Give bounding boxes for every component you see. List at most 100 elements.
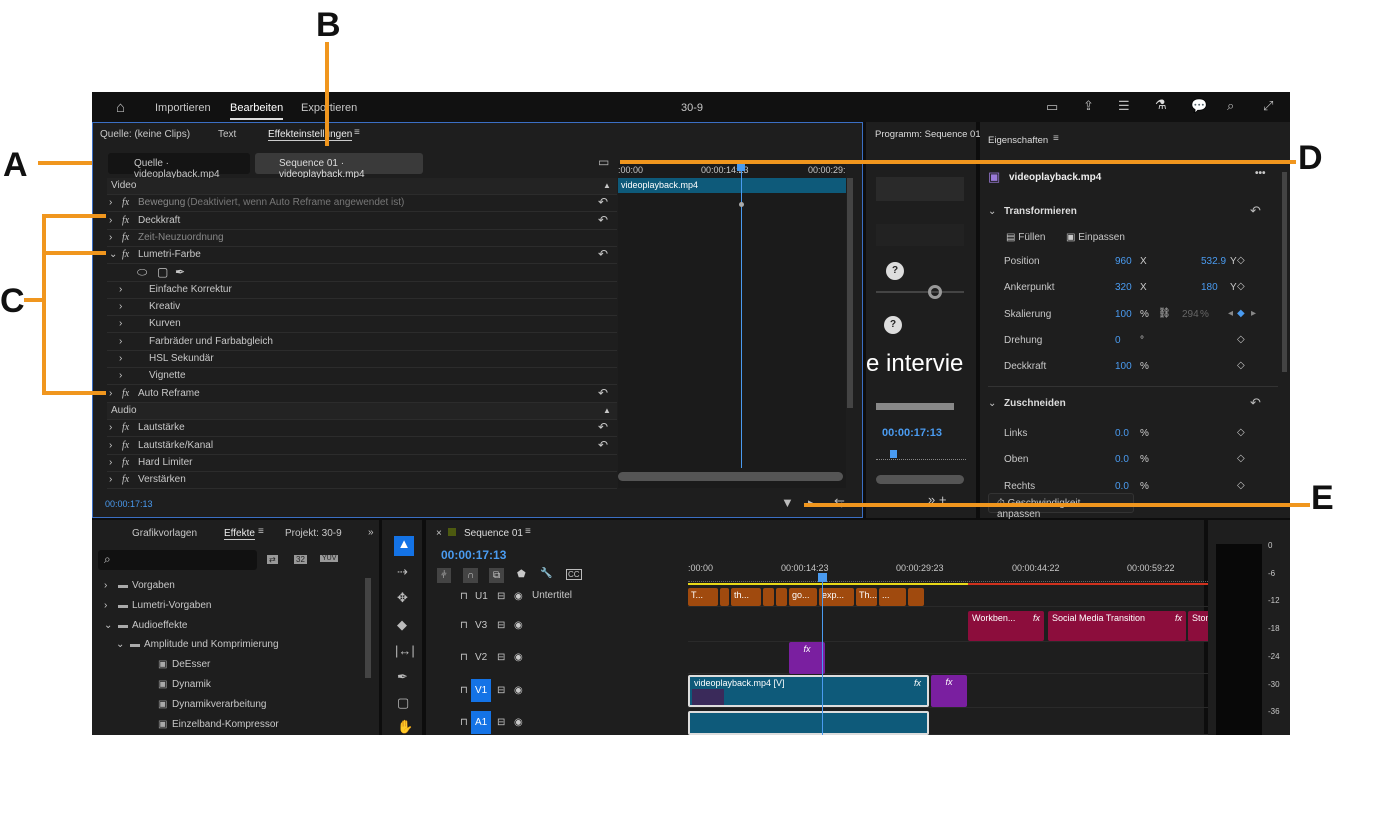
chevron-right-icon[interactable]: › <box>119 316 122 332</box>
effect-row-fx[interactable]: › fx Bewegung (Deaktiviert, wenn Auto Refra… <box>107 195 617 213</box>
tab-project[interactable]: Projekt: 30-9 <box>285 528 342 539</box>
panel-menu-icon[interactable]: ≡ <box>525 526 531 537</box>
nest-toggle-icon[interactable]: ⫩ <box>437 568 451 583</box>
tab-effect-controls[interactable]: Effekteinstellungen <box>268 129 353 141</box>
effect-row-fx[interactable]: › fx Hard Limiter <box>107 455 617 472</box>
sync-lock-icon[interactable]: ⊟ <box>497 685 505 696</box>
property-value[interactable]: 0 <box>1115 335 1121 346</box>
chevron-icon[interactable]: › <box>109 420 112 436</box>
chevron-right-icon[interactable]: › <box>119 282 122 298</box>
caption-clip[interactable] <box>720 588 729 606</box>
slip-tool-icon[interactable]: |↔| <box>395 643 415 658</box>
home-icon[interactable]: ⌂ <box>116 99 125 116</box>
accelerated-effects-icon[interactable]: ⇄ <box>267 555 278 564</box>
effect-row-section[interactable]: Audio ▲ <box>107 402 617 420</box>
fx-icon[interactable]: fx <box>122 213 129 229</box>
chevron-icon[interactable]: › <box>109 230 112 246</box>
reset-icon[interactable]: ↶ <box>598 246 608 262</box>
tab-effects[interactable]: Effekte <box>224 528 255 540</box>
chevron-icon[interactable]: › <box>109 438 112 454</box>
fx-icon[interactable]: fx <box>122 438 129 454</box>
chevron-right-icon[interactable]: › <box>119 299 122 315</box>
ripple-edit-tool-icon[interactable]: ✥ <box>397 590 408 606</box>
fx-icon[interactable]: fx <box>122 247 129 263</box>
fx-icon[interactable]: fx <box>122 195 129 211</box>
hand-tool-icon[interactable]: ✋ <box>397 719 413 735</box>
track-target-v3[interactable]: V3 <box>475 620 487 631</box>
fx-icon[interactable]: fx <box>122 386 129 402</box>
effect-row-sub[interactable]: › Einfache Korrektur <box>107 282 617 299</box>
timeline-playhead[interactable] <box>822 580 823 735</box>
v3-clip[interactable]: Social Media Transition fx <box>1048 611 1186 641</box>
chevron-icon[interactable]: ⌄ <box>116 639 124 650</box>
v3-clip[interactable]: Workben... fx <box>968 611 1044 641</box>
fit-button[interactable]: ▣ Einpassen <box>1066 232 1125 243</box>
track-target-u1[interactable]: U1 <box>475 591 488 602</box>
keyframe-toggle-icon[interactable]: ◇ <box>1237 334 1245 345</box>
property-value[interactable]: 100 <box>1115 309 1132 320</box>
caption-clip[interactable] <box>763 588 774 606</box>
timeline-playhead-handle[interactable] <box>818 573 827 582</box>
property-value[interactable]: 0.0 <box>1115 454 1129 465</box>
effect-row-sub[interactable]: › Farbräder und Farbabgleich <box>107 334 617 351</box>
wrench-icon[interactable]: 🔧 <box>540 568 552 579</box>
sequence-clip-tab[interactable]: Sequence 01 · videoplayback.mp4 <box>255 153 423 180</box>
close-icon[interactable]: × <box>436 528 442 539</box>
collapse-icon[interactable]: ▲ <box>603 178 611 194</box>
marker-icon[interactable]: ⬟ <box>517 569 526 580</box>
effect-row-fx[interactable]: › fx Deckkraft ↶ <box>107 213 617 230</box>
share-icon[interactable]: ⇪ <box>1083 98 1094 114</box>
lock-icon[interactable]: ⊓ <box>460 717 468 728</box>
sync-lock-icon[interactable]: ⊟ <box>497 717 505 728</box>
slider-thumb[interactable] <box>928 285 942 299</box>
track-target-a1[interactable]: A1 <box>471 710 492 734</box>
property-value[interactable]: 0.0 <box>1115 428 1129 439</box>
chevron-icon[interactable]: › <box>109 472 112 488</box>
caption-clip[interactable] <box>908 588 924 606</box>
keyframe-icon[interactable]: ◆ <box>1237 308 1245 319</box>
caption-clip[interactable]: ... <box>879 588 906 606</box>
panels-icon[interactable]: ☰ <box>1118 98 1130 114</box>
reset-icon[interactable]: ↶ <box>598 212 608 228</box>
nav-exportieren[interactable]: Exportieren <box>301 102 357 114</box>
property-value[interactable]: 960 <box>1115 256 1132 267</box>
section-transform[interactable]: Transformieren <box>1004 206 1077 217</box>
quick-search-icon[interactable]: ⌕ <box>1227 98 1234 114</box>
linked-selection-icon[interactable]: ⧉ <box>489 568 505 583</box>
tab-text[interactable]: Text <box>218 129 236 140</box>
workspace-icon[interactable]: ▭ <box>1046 99 1058 115</box>
effect-row-fx[interactable]: › fx Lautstärke ↶ <box>107 419 617 438</box>
slider[interactable] <box>876 291 964 293</box>
current-timecode[interactable]: 00:00:17:13 <box>105 499 153 509</box>
eye-icon[interactable]: ◉ <box>514 591 523 602</box>
next-keyframe-icon[interactable]: ▸ <box>1251 308 1256 319</box>
keyframe[interactable] <box>739 202 744 207</box>
timeline-timecode[interactable]: 00:00:17:13 <box>441 548 506 562</box>
reset-icon[interactable]: ↶ <box>598 419 608 435</box>
yuv-icon[interactable]: YUV <box>320 555 339 562</box>
keyframe-toggle-icon[interactable]: ◇ <box>1237 427 1245 438</box>
chevron-icon[interactable]: ⌄ <box>109 247 117 263</box>
effect-row-fx[interactable]: › fx Verstärken <box>107 472 617 490</box>
keyframe-toggle-icon[interactable]: ◇ <box>1237 281 1245 292</box>
caption-clip[interactable]: T... <box>688 588 718 606</box>
panel-menu-icon[interactable]: ≡ <box>354 127 360 138</box>
effect-row-sub[interactable]: › Kreativ <box>107 299 617 317</box>
prev-keyframe-icon[interactable]: ◂ <box>1228 308 1233 319</box>
mask-pen-icon[interactable]: ✒ <box>175 264 185 280</box>
help-icon[interactable]: ? <box>886 262 904 280</box>
lock-icon[interactable]: ⊓ <box>460 652 468 663</box>
lock-icon[interactable]: ⊓ <box>460 685 468 696</box>
effect-row-sub[interactable]: › Vignette <box>107 368 617 386</box>
beta-flask-icon[interactable]: ⚗ <box>1155 97 1167 113</box>
lock-icon[interactable]: ⊓ <box>460 620 468 631</box>
chevron-down-icon[interactable]: ⌄ <box>988 206 996 217</box>
section-crop[interactable]: Zuschneiden <box>1004 398 1066 409</box>
caption-clip[interactable] <box>776 588 787 606</box>
scrollbar[interactable] <box>365 578 371 678</box>
razor-tool-icon[interactable]: ◆ <box>397 617 407 633</box>
track-target-v1[interactable]: V1 <box>471 679 492 702</box>
keyframe-toggle-icon[interactable]: ◇ <box>1237 255 1245 266</box>
mask-rect-icon[interactable]: ▢ <box>157 264 168 280</box>
captions-icon[interactable]: CC <box>566 569 582 580</box>
